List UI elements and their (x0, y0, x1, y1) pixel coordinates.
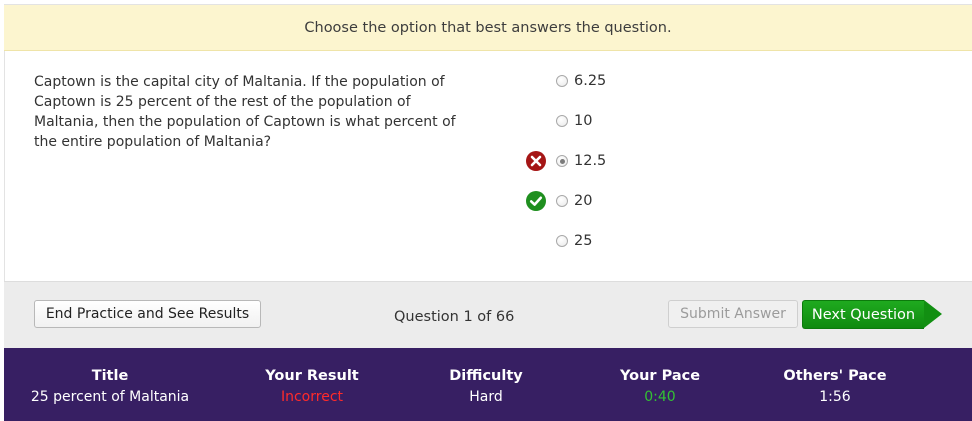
stat-title: Title 25 percent of Maltania (4, 368, 216, 409)
stat-title-value: 25 percent of Maltania (30, 389, 190, 405)
correct-icon (526, 191, 546, 211)
instruction-text: Choose the option that best answers the … (304, 19, 672, 36)
option-label: 20 (574, 193, 593, 209)
stat-others-pace: Others' Pace 1:56 (744, 368, 926, 409)
submit-answer-button[interactable]: Submit Answer (668, 300, 798, 328)
question-counter: Question 1 of 66 (394, 309, 515, 325)
next-question-button[interactable]: Next Question (802, 300, 924, 329)
stat-result-value: Incorrect (280, 389, 344, 405)
stats-bar: Title 25 percent of Maltania Your Result… (4, 348, 972, 421)
stat-others-pace-value: 1:56 (819, 389, 851, 405)
stat-your-pace-header: Your Pace (619, 368, 701, 384)
radio-button[interactable] (556, 195, 568, 207)
option-label: 25 (574, 233, 593, 249)
action-bar: End Practice and See Results Question 1 … (4, 281, 972, 348)
stat-your-pace: Your Pace 0:40 (570, 368, 750, 409)
stat-title-header: Title (91, 368, 129, 384)
radio-button[interactable] (556, 155, 568, 167)
stat-your-pace-value: 0:40 (644, 389, 676, 405)
option-label: 10 (574, 113, 593, 129)
answer-options: 6.25 10 12.5 20 25 (520, 68, 720, 268)
option-20[interactable]: 20 (520, 188, 720, 228)
stat-result: Your Result Incorrect (222, 368, 402, 409)
end-practice-button[interactable]: End Practice and See Results (34, 300, 261, 328)
radio-button[interactable] (556, 115, 568, 127)
next-arrow-icon[interactable] (924, 300, 942, 328)
option-12-5[interactable]: 12.5 (520, 148, 720, 188)
option-6-25[interactable]: 6.25 (520, 68, 720, 108)
option-10[interactable]: 10 (520, 108, 720, 148)
option-label: 6.25 (574, 73, 607, 89)
stat-difficulty-header: Difficulty (449, 368, 523, 384)
question-text: Captown is the capital city of Maltania.… (34, 74, 456, 150)
option-25[interactable]: 25 (520, 228, 720, 268)
stat-result-header: Your Result (265, 368, 359, 384)
stat-difficulty-value: Hard (469, 389, 503, 405)
instruction-bar: Choose the option that best answers the … (4, 5, 972, 51)
option-label: 12.5 (574, 153, 607, 169)
radio-button[interactable] (556, 75, 568, 87)
radio-button[interactable] (556, 235, 568, 247)
stat-difficulty: Difficulty Hard (404, 368, 568, 409)
incorrect-icon (526, 151, 546, 171)
stat-others-pace-header: Others' Pace (783, 368, 887, 384)
